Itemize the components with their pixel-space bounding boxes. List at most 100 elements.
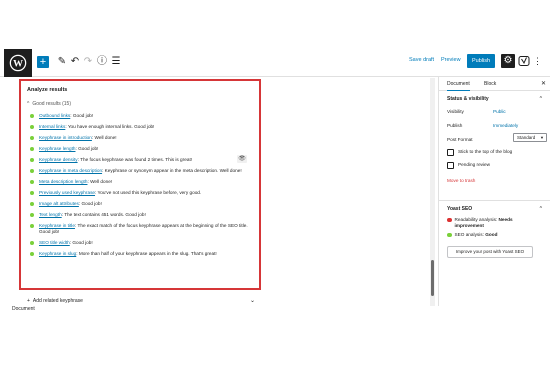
result-link[interactable]: Keyphrase in introduction xyxy=(39,135,92,140)
redo-icon[interactable]: ↷ xyxy=(82,55,94,69)
good-bullet-icon xyxy=(30,241,34,245)
pending-review-checkbox-row: Pending review xyxy=(447,162,542,175)
publish-button[interactable]: Publish xyxy=(467,54,495,68)
result-text: : The text contains 451 words. Good job! xyxy=(61,212,146,217)
result-text: : You've not used this keyphrase before,… xyxy=(95,190,202,195)
result-list: Outbound links: Good job! Internal links… xyxy=(27,113,253,257)
svg-text:W: W xyxy=(13,59,23,70)
add-related-keyphrase-label: Add related keyphrase xyxy=(32,297,83,304)
result-link[interactable]: Meta description length xyxy=(39,179,87,184)
stick-to-top-checkbox-row: Stick to the top of the blog xyxy=(447,149,542,162)
add-related-keyphrase-toggle[interactable]: + Add related keyphrase ⌄ xyxy=(19,295,261,306)
wordpress-icon[interactable]: W xyxy=(4,49,32,77)
good-bullet-icon xyxy=(30,213,34,217)
result-text: : Good job! xyxy=(70,113,94,118)
pending-review-label: Pending review xyxy=(458,162,491,167)
readability-text: Readability analysis: Needs improvement xyxy=(455,217,543,229)
result-item: Keyphrase in slug: More than half of you… xyxy=(27,251,253,257)
result-item: Outbound links: Good job! xyxy=(27,113,253,119)
chevron-up-icon: ^ xyxy=(539,96,542,102)
improve-with-yoast-button[interactable]: Improve your post with Yoast SEO xyxy=(447,246,533,258)
result-item: Keyphrase in meta description: Keyphrase… xyxy=(27,168,253,174)
good-bullet-icon xyxy=(30,224,34,228)
publish-value[interactable]: Immediately xyxy=(493,121,518,131)
block-breadcrumb: Document xyxy=(0,306,438,314)
gear-icon[interactable]: ⚙ xyxy=(501,54,515,68)
good-bullet-icon xyxy=(30,136,34,140)
good-bullet-icon xyxy=(30,114,34,118)
preview-button[interactable]: Preview xyxy=(441,57,461,63)
result-text: : Well done! xyxy=(87,179,113,184)
result-text: : Good job! xyxy=(78,201,102,206)
yoast-heading[interactable]: Yoast SEO ^ xyxy=(447,201,542,217)
seo-text: SEO analysis: Good xyxy=(455,232,498,238)
result-text: : Keyphrase or synonym appear in the met… xyxy=(102,168,242,173)
result-link[interactable]: Image alt attributes xyxy=(39,201,79,206)
chevron-down-icon: ▼ xyxy=(540,135,544,140)
result-text: : Good job! xyxy=(69,240,93,245)
publish-label: Publish xyxy=(447,123,463,128)
result-link[interactable]: Keyphrase density xyxy=(39,157,78,162)
result-link[interactable]: Keyphrase in meta description xyxy=(39,168,102,173)
result-link[interactable]: Keyphrase length xyxy=(39,146,75,151)
seo-score: SEO analysis: Good xyxy=(447,232,542,238)
add-block-button[interactable]: + xyxy=(37,56,49,68)
result-item: Keyphrase density: The focus keyphrase w… xyxy=(27,155,253,163)
chevron-up-icon: ^ xyxy=(27,101,30,107)
result-link[interactable]: Outbound links xyxy=(39,113,70,118)
info-icon[interactable]: ⓘ xyxy=(96,55,108,69)
yoast-title: Yoast SEO xyxy=(447,206,473,212)
pending-review-checkbox[interactable] xyxy=(447,162,454,169)
yoast-icon[interactable] xyxy=(518,55,530,67)
good-bullet-icon xyxy=(30,202,34,206)
result-text: : Well done! xyxy=(91,135,117,140)
good-results-label: Good results (15) xyxy=(32,101,71,107)
result-text: : The focus keyphrase was found 2 times.… xyxy=(77,157,193,162)
scrollbar-thumb[interactable] xyxy=(431,260,434,296)
list-view-icon[interactable]: ☰ xyxy=(110,55,122,69)
good-bullet-icon xyxy=(30,147,34,151)
undo-icon[interactable]: ↶ xyxy=(69,55,81,69)
analysis-results-panel: Analyze results ^ Good results (15) Outb… xyxy=(19,79,261,290)
chevron-up-icon: ^ xyxy=(539,206,542,212)
move-to-trash-link[interactable]: Move to trash xyxy=(447,178,542,192)
good-bullet-icon xyxy=(30,158,34,162)
more-options-icon[interactable]: ⋮ xyxy=(533,54,542,68)
status-visibility-title: Status & visibility xyxy=(447,96,489,102)
editor-toolbar: W + ✎ ↶ ↷ ⓘ ☰ Save draft Preview Publish… xyxy=(0,49,550,77)
post-format-select[interactable]: Standard ▼ xyxy=(513,133,547,142)
save-draft-button[interactable]: Save draft xyxy=(409,57,434,63)
pencil-icon[interactable]: ✎ xyxy=(56,55,68,69)
result-link[interactable]: Internal links xyxy=(39,124,65,129)
seo-value: Good xyxy=(485,232,498,237)
result-link[interactable]: Previously used keyphrase xyxy=(39,190,95,195)
result-item: Text length: The text contains 451 words… xyxy=(27,212,253,218)
stick-to-top-checkbox[interactable] xyxy=(447,149,454,156)
result-link[interactable]: Text length xyxy=(39,212,62,217)
good-results-toggle[interactable]: ^ Good results (15) xyxy=(27,101,253,107)
good-bullet-icon xyxy=(30,125,34,129)
result-text: : More than half of your keyphrase appea… xyxy=(76,251,217,256)
visibility-value[interactable]: Public xyxy=(493,107,506,117)
result-link[interactable]: SEO title width xyxy=(39,240,70,245)
result-text: : You have enough internal links. Good j… xyxy=(65,124,155,129)
readability-label: Readability analysis: xyxy=(454,217,498,222)
yoast-panel: Yoast SEO ^ Readability analysis: Needs … xyxy=(439,201,550,258)
sidebar-tabs: Document Block ✕ xyxy=(439,77,550,91)
tab-document[interactable]: Document xyxy=(447,81,470,91)
visibility-row: Visibility Public xyxy=(447,107,542,121)
visibility-label: Visibility xyxy=(447,109,464,114)
seo-label: SEO analysis: xyxy=(454,232,484,237)
status-visibility-panel: Status & visibility ^ Visibility Public … xyxy=(439,91,550,192)
good-bullet-icon xyxy=(447,232,452,238)
close-icon[interactable]: ✕ xyxy=(541,80,546,87)
status-visibility-heading[interactable]: Status & visibility ^ xyxy=(447,91,542,107)
result-link[interactable]: Keyphrase in title xyxy=(39,223,75,228)
tab-block[interactable]: Block xyxy=(484,81,496,87)
chevron-down-icon: ⌄ xyxy=(249,298,255,304)
eye-icon[interactable]: 👁 xyxy=(237,155,247,163)
result-item: Image alt attributes: Good job! xyxy=(27,201,253,207)
result-link[interactable]: Keyphrase in slug xyxy=(39,251,76,256)
result-item: SEO title width: Good job! xyxy=(27,240,253,246)
breadcrumb-document[interactable]: Document xyxy=(12,306,35,312)
